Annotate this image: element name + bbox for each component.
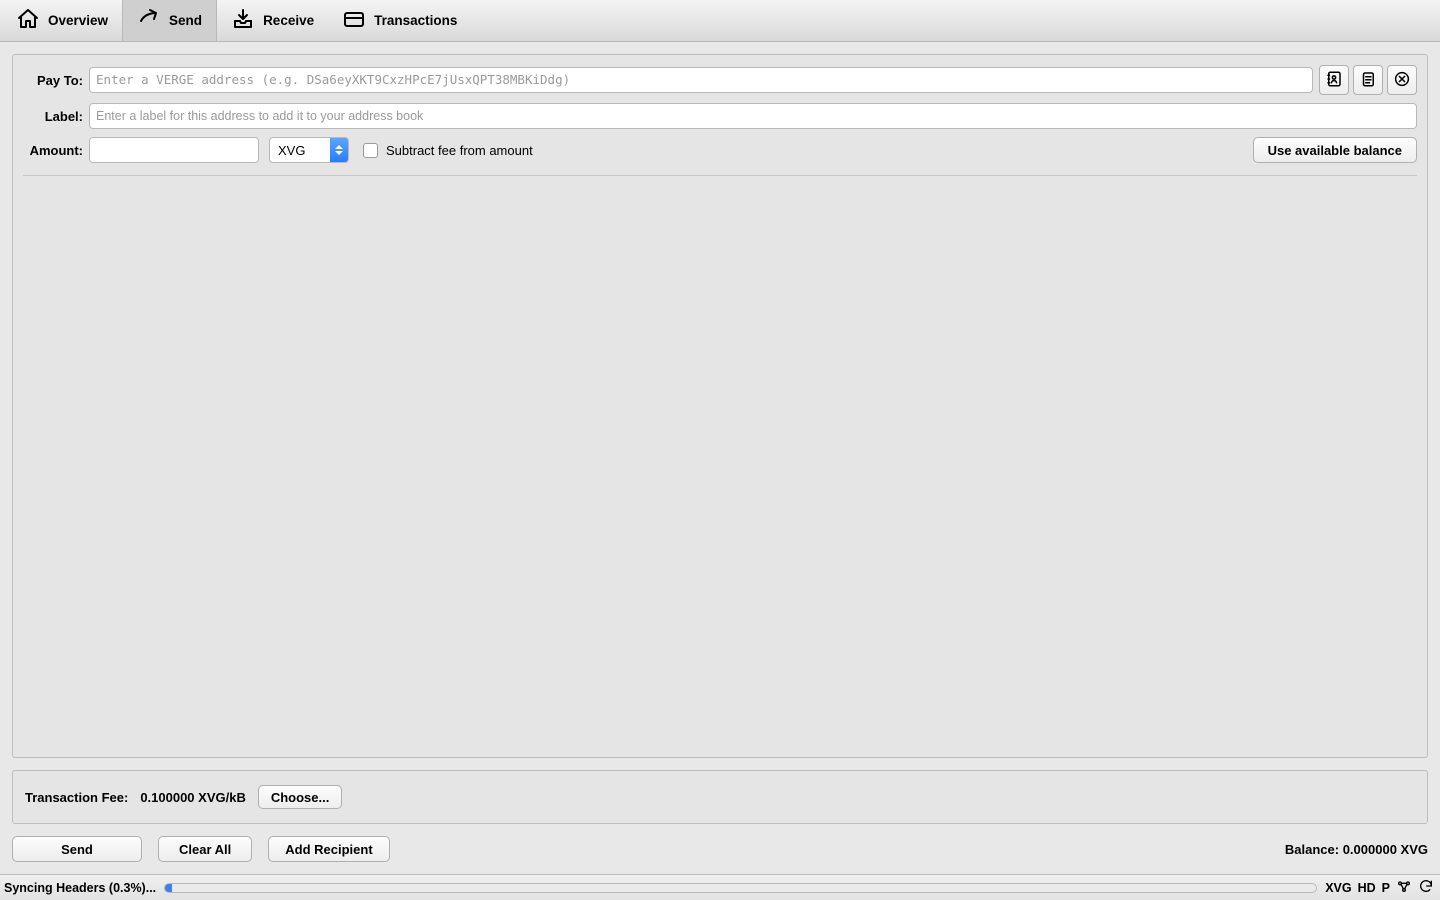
address-book-button[interactable] xyxy=(1319,65,1349,95)
amount-row: Amount: ▲ ▼ XVG Subtract fee from amount xyxy=(23,137,1417,163)
choose-fee-button[interactable]: Choose... xyxy=(258,785,343,809)
clear-all-button[interactable]: Clear All xyxy=(158,836,252,862)
status-bar: Syncing Headers (0.3%)... XVG HD P xyxy=(0,874,1440,900)
network-icon xyxy=(1396,878,1412,897)
sync-progress-fill xyxy=(165,884,172,892)
status-ticker: XVG xyxy=(1325,881,1351,895)
unit-value: XVG xyxy=(270,143,330,158)
add-recipient-button[interactable]: Add Recipient xyxy=(268,836,389,862)
subtract-fee-checkbox[interactable]: Subtract fee from amount xyxy=(363,143,533,158)
card-icon xyxy=(342,7,366,34)
recipient-divider xyxy=(23,175,1417,176)
label-input[interactable] xyxy=(89,103,1417,129)
tab-label: Transactions xyxy=(374,13,457,28)
sync-spinner-icon xyxy=(1418,878,1434,897)
status-proxy: P xyxy=(1382,881,1390,895)
status-hd: HD xyxy=(1358,881,1376,895)
amount-input[interactable] xyxy=(90,138,259,162)
clipboard-icon xyxy=(1359,70,1377,91)
send-arrow-icon xyxy=(137,7,161,34)
balance-value: 0.000000 XVG xyxy=(1343,842,1428,857)
unit-select[interactable]: XVG xyxy=(269,137,349,163)
tab-transactions[interactable]: Transactions xyxy=(328,0,471,41)
payto-label: Pay To: xyxy=(23,73,89,88)
select-stepper-icon xyxy=(330,138,348,162)
recipient-panel: Pay To: xyxy=(12,54,1428,758)
tab-label: Receive xyxy=(263,13,314,28)
bottom-actions: Send Clear All Add Recipient Balance: 0.… xyxy=(12,836,1428,862)
tab-receive[interactable]: Receive xyxy=(217,0,328,41)
payto-input[interactable] xyxy=(89,67,1313,93)
sync-status-text: Syncing Headers (0.3%)... xyxy=(4,881,156,895)
tab-overview[interactable]: Overview xyxy=(2,0,122,41)
amount-label: Amount: xyxy=(23,143,89,158)
tab-send[interactable]: Send xyxy=(122,0,217,41)
balance-display: Balance: 0.000000 XVG xyxy=(1285,842,1428,857)
fee-label: Transaction Fee: xyxy=(25,790,128,805)
fee-panel: Transaction Fee: 0.100000 XVG/kB Choose.… xyxy=(12,770,1428,824)
receive-inbox-icon xyxy=(231,7,255,34)
payto-actions xyxy=(1319,65,1417,95)
close-circle-icon xyxy=(1393,70,1411,91)
payto-row: Pay To: xyxy=(23,65,1417,95)
send-button[interactable]: Send xyxy=(12,836,142,862)
status-indicators: XVG HD P xyxy=(1325,878,1434,897)
use-available-balance-button[interactable]: Use available balance xyxy=(1253,137,1417,163)
checkbox-box-icon xyxy=(363,143,378,158)
paste-button[interactable] xyxy=(1353,65,1383,95)
send-page: Pay To: xyxy=(0,42,1440,874)
amount-spinbox[interactable]: ▲ ▼ xyxy=(89,137,259,163)
tab-label: Send xyxy=(169,13,202,28)
sync-progress-bar xyxy=(164,883,1317,893)
clear-address-button[interactable] xyxy=(1387,65,1417,95)
balance-label: Balance: xyxy=(1285,842,1339,857)
address-book-icon xyxy=(1325,70,1343,91)
fee-value: 0.100000 XVG/kB xyxy=(140,790,246,805)
label-label: Label: xyxy=(23,109,89,124)
tab-label: Overview xyxy=(48,13,108,28)
home-icon xyxy=(16,7,40,34)
subtract-fee-label: Subtract fee from amount xyxy=(386,143,533,158)
main-toolbar: Overview Send Receive Transactions xyxy=(0,0,1440,42)
label-row: Label: xyxy=(23,103,1417,129)
